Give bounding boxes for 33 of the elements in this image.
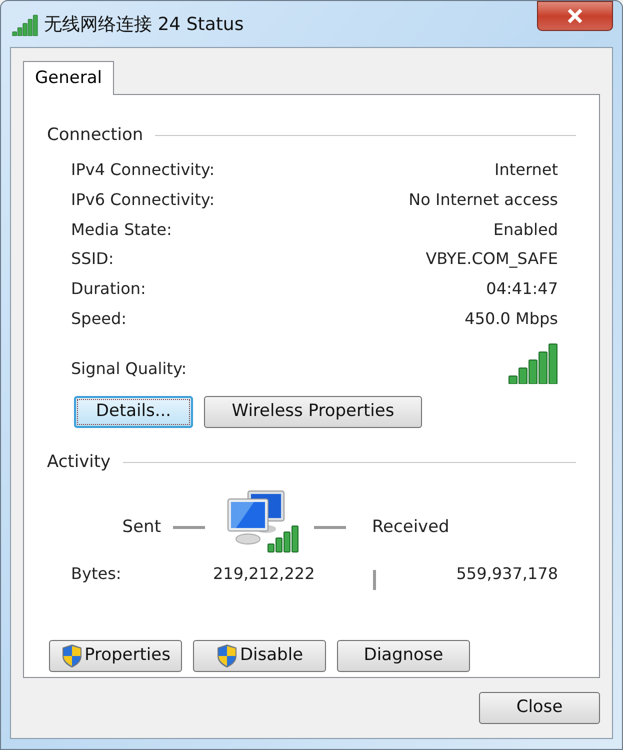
group-heading: Connection: [47, 124, 144, 147]
field-value: No Internet access: [408, 189, 558, 212]
tab[interactable]: General: [23, 61, 114, 95]
received-bytes: 559,937,178: [456, 563, 558, 586]
field-value: Internet: [494, 159, 558, 182]
received-label: Received: [372, 516, 450, 540]
field-value: 04:41:47: [486, 278, 558, 300]
field-label: SSID:: [71, 248, 114, 270]
sent-bytes: 219,212,222: [213, 563, 316, 586]
signal-icon: [12, 14, 38, 36]
dialog-button[interactable]: Diagnose: [337, 640, 470, 672]
window-title: 无线网络连接 24 Status: [44, 13, 244, 37]
dialog-button[interactable]: Properties: [49, 640, 182, 672]
field-label: Duration:: [71, 278, 146, 300]
dialog-button[interactable]: Wireless Properties: [204, 396, 422, 428]
dialog-button[interactable]: Details...: [74, 396, 193, 428]
shield-icon: [216, 644, 238, 668]
field-label: IPv4 Connectivity:: [71, 159, 215, 182]
close-button[interactable]: Close: [479, 692, 600, 724]
signal-quality-icon: [508, 342, 558, 384]
dialog-button[interactable]: Disable: [193, 640, 326, 672]
field-value: 450.0 Mbps: [464, 308, 558, 330]
field-label: Media State:: [71, 218, 172, 241]
field-label: IPv6 Connectivity:: [71, 189, 215, 212]
bytes-label: Bytes:: [71, 563, 122, 586]
shield-icon: [60, 644, 83, 668]
field-value: VBYE.COM_SAFE: [426, 248, 558, 270]
field-value: Enabled: [493, 218, 558, 241]
close-icon[interactable]: [537, 1, 613, 31]
sent-label: Sent: [122, 516, 161, 540]
group-heading: Activity: [47, 450, 111, 474]
field-label: Signal Quality:: [71, 358, 187, 380]
field-label: Speed:: [71, 308, 127, 330]
